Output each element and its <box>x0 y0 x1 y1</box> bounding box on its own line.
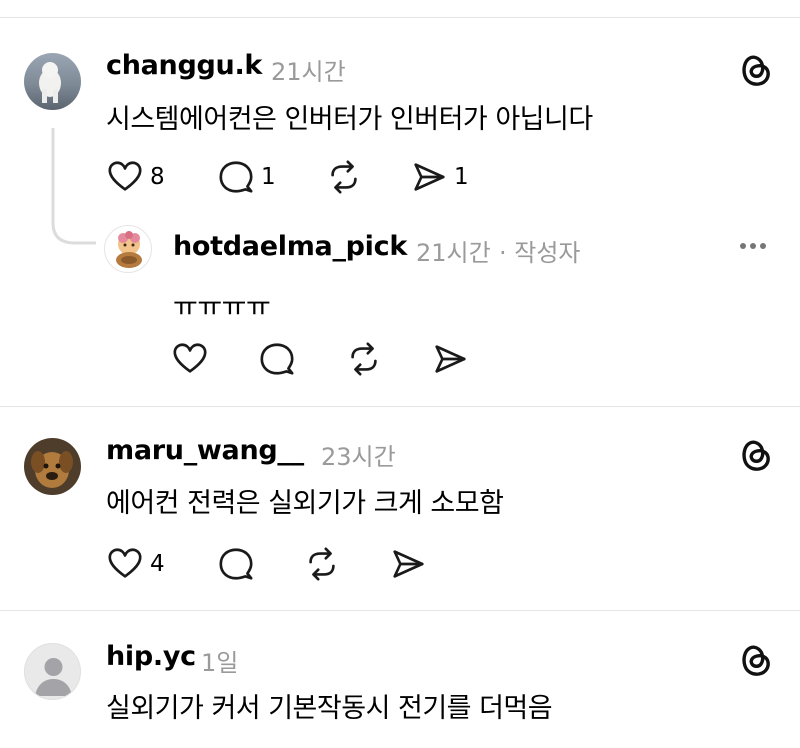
avatar[interactable] <box>24 643 81 700</box>
threads-logo-icon[interactable] <box>738 435 772 473</box>
repost-button[interactable] <box>303 544 341 584</box>
comment-icon <box>258 340 296 378</box>
reply-button[interactable] <box>217 544 255 584</box>
timestamp: 23시간 <box>321 443 396 471</box>
comment-text: 시스템에어컨은 인버터가 인버터가 아닙니다 <box>106 104 593 135</box>
like-count: 8 <box>150 164 165 190</box>
repost-icon <box>325 158 363 196</box>
avatar[interactable] <box>24 53 81 110</box>
username[interactable]: hotdaelma_pick <box>173 231 407 262</box>
timestamp: 1일 <box>201 649 239 677</box>
top-divider <box>0 17 800 18</box>
username[interactable]: hip.yc <box>106 641 196 672</box>
repost-button[interactable] <box>345 339 383 379</box>
heart-icon <box>171 340 209 378</box>
comment-text: ㅠㅠㅠㅠ <box>173 292 271 323</box>
timestamp: 21시간 <box>271 58 346 86</box>
heart-icon <box>106 545 144 583</box>
comment-divider <box>0 406 800 407</box>
username[interactable]: changgu.k <box>106 50 262 81</box>
heart-icon <box>106 158 144 196</box>
comment-text: 에어컨 전력은 실외기가 크게 소모함 <box>106 488 504 519</box>
default-avatar-icon <box>35 658 72 696</box>
share-button[interactable] <box>389 544 427 584</box>
share-button[interactable] <box>431 339 469 379</box>
repost-icon <box>303 545 341 583</box>
send-icon <box>389 545 427 583</box>
send-icon <box>431 340 469 378</box>
repost-icon <box>345 340 383 378</box>
comment-icon <box>217 158 255 196</box>
username[interactable]: maru_wang__ <box>106 435 304 466</box>
threads-logo-icon[interactable] <box>738 50 772 88</box>
like-count: 4 <box>150 551 165 577</box>
like-button[interactable]: 8 <box>106 157 165 197</box>
author-badge: · 작성자 <box>499 239 581 267</box>
reply-count: 1 <box>261 164 276 190</box>
dog-photo-icon <box>31 451 73 488</box>
share-count: 1 <box>454 164 469 190</box>
thread-connector-line <box>51 128 96 245</box>
like-button[interactable]: 4 <box>106 544 165 584</box>
like-button[interactable] <box>171 339 209 379</box>
avatar[interactable] <box>104 225 152 273</box>
avatar[interactable] <box>24 438 81 495</box>
send-icon <box>410 158 448 196</box>
comment-text: 실외기가 커서 기본작동시 전기를 더먹음 <box>106 693 553 724</box>
reply-button[interactable] <box>258 339 296 379</box>
threads-logo-icon[interactable] <box>738 640 772 678</box>
more-options-icon[interactable] <box>740 243 766 249</box>
dog-photo-icon <box>39 62 61 103</box>
reply-button[interactable]: 1 <box>217 157 276 197</box>
comment-divider <box>0 610 800 611</box>
comment-icon <box>217 545 255 583</box>
repost-button[interactable] <box>325 157 363 197</box>
timestamp: 21시간 <box>416 239 491 267</box>
share-button[interactable]: 1 <box>410 157 469 197</box>
character-avatar-icon <box>116 231 142 268</box>
